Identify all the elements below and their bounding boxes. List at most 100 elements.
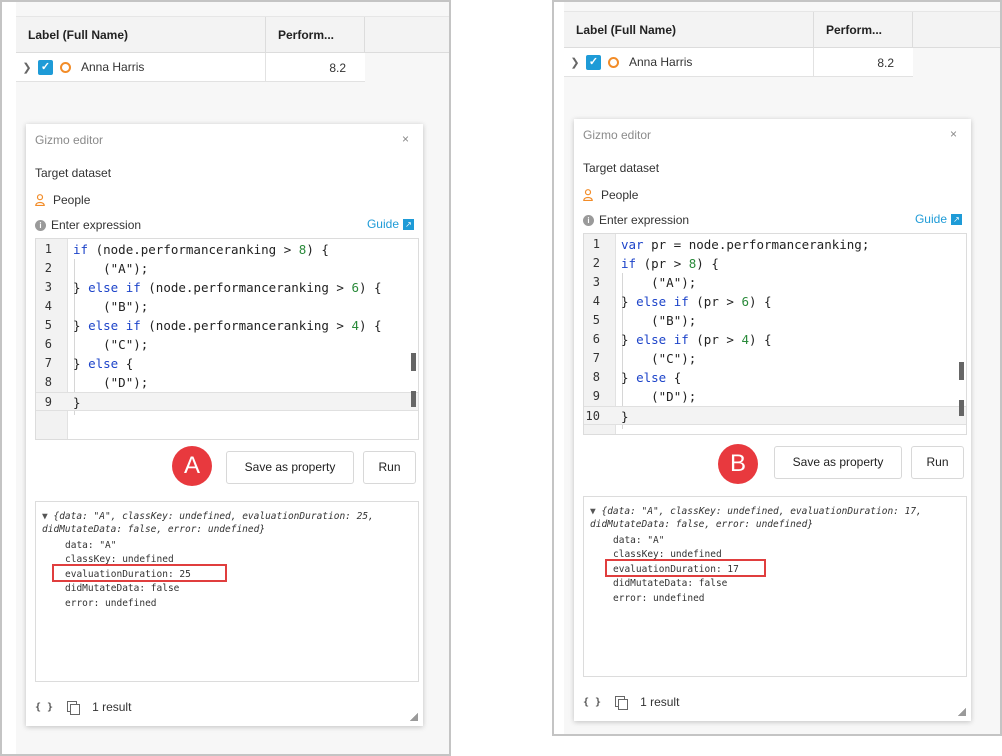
expression-label-row: i Enter expression	[583, 213, 689, 227]
code-line: 1 var pr = node.performanceranking;	[592, 237, 870, 252]
column-header-performance[interactable]: Perform...	[266, 17, 365, 52]
code-line: 2 if (pr > 8) {	[592, 256, 719, 271]
code-line-8: ("D");	[73, 375, 149, 390]
output-prop-data: data: "A"	[613, 535, 665, 546]
code-line: 5} else if (node.performanceranking > 4)…	[44, 318, 382, 333]
code-line-4: } else if (pr > 6) {	[621, 294, 772, 309]
scrollbar-thumb[interactable]	[411, 353, 416, 371]
dataset-selector[interactable]: People	[35, 193, 90, 207]
copy-icon[interactable]	[67, 701, 81, 715]
output-prop-error: error: undefined	[613, 593, 705, 604]
braces-icon[interactable]: { }	[35, 702, 53, 713]
code-line-7: ("C");	[621, 351, 697, 366]
node-ring-icon	[608, 56, 619, 68]
checkbox-checked-icon[interactable]: ✓	[586, 54, 601, 70]
code-line-10: }	[621, 409, 629, 424]
target-dataset-label: Target dataset	[583, 161, 660, 175]
code-line-1: if (node.performanceranking > 8) {	[73, 242, 329, 257]
table-header: Label (Full Name) Perform...	[564, 11, 1000, 48]
column-header-label[interactable]: Label (Full Name)	[16, 17, 266, 52]
node-ring-icon	[60, 61, 71, 73]
dataset-selector[interactable]: People	[583, 188, 638, 202]
info-icon[interactable]: i	[583, 214, 594, 226]
panel-title: Gizmo editor	[583, 128, 652, 142]
chevron-right-icon[interactable]: ❯	[564, 56, 586, 69]
output-console: ▼ {data: "A", classKey: undefined, evalu…	[583, 496, 967, 677]
external-link-icon: ↗	[403, 218, 414, 230]
table-row[interactable]: ❯ ✓ Anna Harris 8.2	[564, 48, 913, 77]
code-line-6: } else if (pr > 4) {	[621, 332, 772, 347]
code-editor[interactable]: 1 var pr = node.performanceranking; 2 if (…	[583, 233, 967, 435]
results-table: Label (Full Name) Perform... ❯ ✓ Anna Ha…	[16, 16, 449, 82]
code-line: 8} else {	[592, 370, 682, 385]
app-frame: Label (Full Name) Perform... ❯ ✓ Anna Ha…	[564, 2, 1000, 734]
dataset-name: People	[53, 193, 91, 207]
scrollbar-thumb[interactable]	[411, 391, 416, 407]
code-line: 9}	[36, 392, 418, 411]
row-performance-value: 8.2	[877, 56, 894, 70]
result-count: 1 result	[92, 700, 132, 714]
output-prop-error: error: undefined	[65, 598, 157, 609]
output-summary[interactable]: ▼ {data: "A", classKey: undefined, evalu…	[42, 510, 412, 536]
code-line: 1 if (node.performanceranking > 8) {	[44, 242, 329, 257]
guide-label: Guide	[914, 212, 947, 226]
output-prop-data: data: "A"	[65, 540, 117, 551]
chevron-right-icon[interactable]: ❯	[16, 61, 38, 74]
code-line-2: ("A");	[73, 261, 149, 276]
guide-label: Guide	[366, 217, 399, 231]
panel-footer: { } 1 result	[35, 700, 132, 715]
code-line: 9 ("D");	[592, 389, 697, 404]
code-line-9: }	[73, 395, 81, 410]
scrollbar-thumb[interactable]	[959, 362, 964, 380]
output-console: ▼ {data: "A", classKey: undefined, evalu…	[35, 501, 419, 682]
expression-label: Enter expression	[599, 213, 690, 227]
code-line-3: } else if (node.performanceranking > 6) …	[73, 280, 382, 295]
expression-label-row: i Enter expression	[35, 218, 141, 232]
info-icon[interactable]: i	[35, 219, 46, 231]
code-line: 7} else {	[44, 356, 134, 371]
close-icon[interactable]: ×	[402, 132, 409, 146]
results-table: Label (Full Name) Perform... ❯ ✓ Anna Ha…	[564, 11, 1000, 77]
braces-icon[interactable]: { }	[583, 697, 601, 708]
copy-icon[interactable]	[615, 696, 629, 710]
result-count: 1 result	[640, 695, 680, 709]
gizmo-editor-panel: Gizmo editor × Target dataset People i E…	[26, 124, 423, 726]
close-icon[interactable]: ×	[950, 127, 957, 141]
code-line-3: ("A");	[621, 275, 697, 290]
code-line: 5 ("B");	[592, 313, 697, 328]
app-frame: Label (Full Name) Perform... ❯ ✓ Anna Ha…	[16, 2, 449, 754]
code-line: 8 ("D");	[44, 375, 149, 390]
highlight-box	[605, 559, 766, 577]
panel-footer: { } 1 result	[583, 695, 680, 710]
output-summary[interactable]: ▼ {data: "A", classKey: undefined, evalu…	[590, 505, 960, 531]
column-header-performance[interactable]: Perform...	[814, 12, 913, 47]
save-as-property-button[interactable]: Save as property	[226, 451, 354, 484]
save-as-property-button[interactable]: Save as property	[774, 446, 902, 479]
external-link-icon: ↗	[951, 213, 962, 225]
code-line: 4 ("B");	[44, 299, 149, 314]
code-line-1: var pr = node.performanceranking;	[621, 237, 870, 252]
table-header: Label (Full Name) Perform...	[16, 16, 449, 53]
resize-handle-icon[interactable]	[410, 713, 418, 721]
run-button[interactable]: Run	[911, 446, 964, 479]
guide-link[interactable]: Guide ↗	[367, 217, 414, 231]
checkbox-checked-icon[interactable]: ✓	[38, 59, 53, 75]
output-prop-mutate: didMutateData: false	[65, 583, 180, 594]
screenshot-a: Label (Full Name) Perform... ❯ ✓ Anna Ha…	[0, 0, 451, 756]
code-line: 2 ("A");	[44, 261, 149, 276]
code-editor[interactable]: 1 if (node.performanceranking > 8) { 2 ("…	[35, 238, 419, 440]
gizmo-editor-panel: Gizmo editor × Target dataset People i E…	[574, 119, 971, 721]
column-header-label[interactable]: Label (Full Name)	[564, 12, 814, 47]
code-line-9: ("D");	[621, 389, 697, 404]
row-name: Anna Harris	[629, 55, 693, 69]
panel-title: Gizmo editor	[35, 133, 104, 147]
dataset-name: People	[601, 188, 639, 202]
resize-handle-icon[interactable]	[958, 708, 966, 716]
person-icon	[35, 194, 45, 206]
table-row[interactable]: ❯ ✓ Anna Harris 8.2	[16, 53, 365, 82]
target-dataset-label: Target dataset	[35, 166, 112, 180]
code-line: 10}	[584, 406, 966, 425]
guide-link[interactable]: Guide ↗	[915, 212, 962, 226]
run-button[interactable]: Run	[363, 451, 416, 484]
scrollbar-thumb[interactable]	[959, 400, 964, 416]
